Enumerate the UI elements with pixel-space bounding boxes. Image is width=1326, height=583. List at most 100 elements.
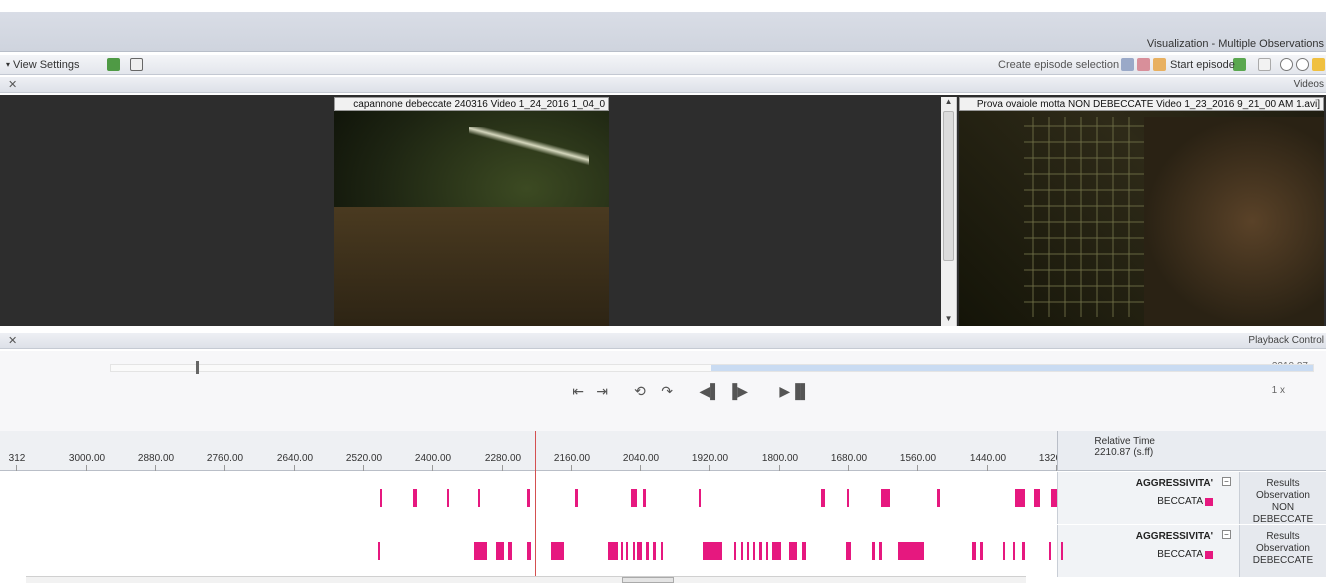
event-bar[interactable] (645, 542, 650, 560)
event-bar[interactable] (1048, 542, 1051, 560)
timeline-tick-text: 2520.00 (345, 453, 383, 464)
event-bar[interactable] (508, 542, 513, 560)
event-bar[interactable] (377, 542, 380, 560)
playback-slider[interactable] (110, 361, 1314, 374)
event-bar[interactable] (971, 542, 977, 560)
event-bar[interactable] (698, 489, 701, 507)
event-bar[interactable] (496, 542, 505, 560)
event-bar[interactable] (1013, 542, 1016, 560)
create-episode-selection-button[interactable]: Create episode selection (998, 58, 1119, 72)
frame-forward-icon[interactable]: ▐▶ (699, 383, 720, 399)
event-bar[interactable] (608, 542, 618, 560)
scroll-down-icon[interactable]: ▼ (941, 314, 956, 326)
event-bar[interactable] (574, 489, 578, 507)
event-bar[interactable] (527, 542, 531, 560)
event-bar[interactable] (771, 542, 781, 560)
event-bar[interactable] (752, 542, 755, 560)
episode-icon-b[interactable] (1137, 58, 1150, 71)
event-bar[interactable] (1033, 489, 1040, 507)
start-episode-icon[interactable] (1233, 58, 1246, 71)
timeline-tick-label: 1920.00 (692, 453, 728, 464)
event-bar[interactable] (620, 542, 623, 560)
event-bar[interactable] (821, 489, 825, 507)
row-2-behavior: BECCATA (1157, 549, 1203, 560)
episode-icon-a[interactable] (1153, 58, 1166, 71)
mark-start-icon[interactable]: ⇤ (596, 383, 608, 399)
collapse-icon[interactable]: − (1222, 530, 1231, 539)
event-bar[interactable] (759, 542, 763, 560)
event-bar[interactable] (1060, 542, 1063, 560)
video-scrollbar[interactable]: ▲ ▼ (941, 97, 957, 326)
event-bar[interactable] (789, 542, 798, 560)
event-bar[interactable] (878, 542, 883, 560)
playback-knob[interactable] (196, 361, 200, 374)
play-icon[interactable]: ⟳ (634, 383, 646, 399)
close-icon[interactable]: ✕ (8, 78, 17, 91)
mark-end-icon[interactable]: ⇥ (572, 383, 584, 399)
event-bar[interactable] (446, 489, 449, 507)
scroll-up-icon[interactable]: ▲ (941, 97, 956, 109)
event-bar[interactable] (478, 489, 481, 507)
timeline-scrollbar[interactable] (26, 576, 1026, 583)
chevron-down-icon[interactable]: ▾ (6, 58, 10, 72)
event-bar[interactable] (881, 489, 890, 507)
event-bar[interactable] (661, 542, 664, 560)
select-tool-icon[interactable] (1312, 58, 1325, 71)
relative-time-label: Relative Time 2210.87 (s.ff) (1094, 436, 1155, 458)
row-2-label: Results Observation DEBECCATE (1239, 525, 1326, 577)
event-bar[interactable] (412, 489, 417, 507)
collapse-icon[interactable]: − (1222, 477, 1231, 486)
frame-back-icon[interactable]: ◀▌ (727, 383, 748, 399)
event-bar[interactable] (630, 489, 638, 507)
event-bar[interactable] (847, 489, 850, 507)
timeline-cursor[interactable] (535, 431, 536, 583)
event-bar[interactable] (703, 542, 723, 560)
scroll-thumb[interactable] (943, 111, 954, 261)
event-bar[interactable] (473, 542, 488, 560)
event-bar[interactable] (936, 489, 940, 507)
skip-start-icon[interactable]: ▐▌◀ (779, 383, 810, 399)
event-bar[interactable] (633, 542, 636, 560)
event-bar[interactable] (527, 489, 530, 507)
edit-icon[interactable] (1258, 58, 1271, 71)
event-bar[interactable] (1003, 542, 1006, 560)
zoom-in-icon[interactable] (1296, 58, 1309, 71)
view-settings-button[interactable]: View Settings (13, 58, 97, 72)
event-bar[interactable] (637, 542, 642, 560)
camera-icon[interactable] (130, 58, 143, 71)
event-bar[interactable] (642, 489, 647, 507)
event-bar[interactable] (625, 542, 628, 560)
timeline-ruler[interactable]: 1320.001440.001560.001680.001800.001920.… (0, 431, 1075, 471)
zoom-out-icon[interactable] (1280, 58, 1293, 71)
event-bar[interactable] (1022, 542, 1026, 560)
event-bar[interactable] (897, 542, 924, 560)
video-2[interactable]: capannone debeccate 240316 Video 1_24_20… (334, 97, 609, 326)
row-1-lane[interactable] (0, 472, 1057, 524)
row-2-lane[interactable] (0, 525, 1063, 577)
event-bar[interactable] (747, 542, 750, 560)
event-bar[interactable] (980, 542, 984, 560)
event-bar[interactable] (1015, 489, 1026, 507)
row-1-behaviors: − AGGRESSIVITA' BECCATA (1057, 472, 1239, 524)
event-bar[interactable] (733, 542, 736, 560)
event-bar[interactable] (1051, 489, 1057, 507)
event-bar[interactable] (380, 489, 383, 507)
export-icon[interactable] (107, 58, 120, 71)
create-episode-selection-icon[interactable] (1121, 58, 1134, 71)
start-episode-button[interactable]: Start episode (1170, 58, 1235, 72)
event-bar[interactable] (802, 542, 806, 560)
video-1[interactable]: Prova ovaiole motta NON DEBECCATE Video … (959, 97, 1324, 326)
timeline-scroll-thumb[interactable] (622, 577, 674, 583)
rewind-icon[interactable]: ↶ (661, 383, 673, 399)
event-bar[interactable] (652, 542, 656, 560)
window-title: Visualization - Multiple Observations (1146, 38, 1324, 50)
timeline-tick-mark (16, 465, 18, 471)
close-icon[interactable]: ✕ (8, 334, 17, 347)
timeline-tick-text: 2040.00 (623, 453, 660, 464)
event-bar[interactable] (872, 542, 876, 560)
event-bar[interactable] (550, 542, 564, 560)
timeline-tick-mark (848, 465, 850, 471)
event-bar[interactable] (741, 542, 744, 560)
event-bar[interactable] (765, 542, 769, 560)
event-bar[interactable] (845, 542, 852, 560)
